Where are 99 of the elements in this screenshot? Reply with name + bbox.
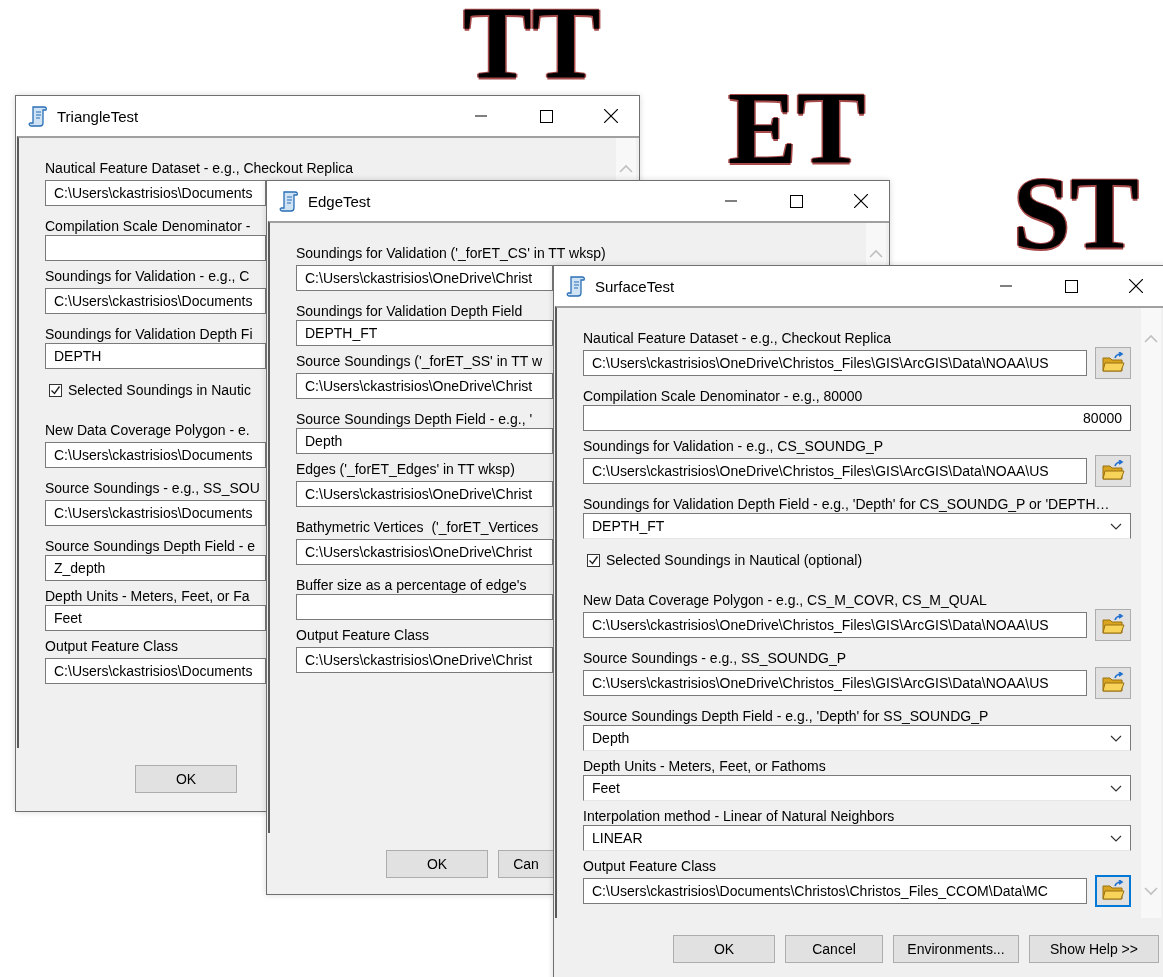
- scroll-up-icon[interactable]: [619, 164, 633, 173]
- dialog-button[interactable]: OK: [135, 765, 237, 793]
- field-label: Source Soundings ('_forET_SS' in TT w: [296, 352, 543, 370]
- tool-abbreviation: ET: [728, 90, 866, 168]
- tool-abbreviation: ST: [1013, 175, 1139, 253]
- field-label: Source Soundings - e.g., SS_SOU: [45, 479, 260, 497]
- field-label: Soundings for Validation - e.g., CS_SOUNDG_P: [583, 437, 884, 455]
- input-field[interactable]: C:\Users\ckastrisios\OneDrive\Christ: [296, 647, 553, 673]
- input-field[interactable]: C:\Users\ckastrisios\OneDrive\Christos_Files\GIS\ArcGIS\Data\NOAA\US: [583, 612, 1087, 638]
- folder-icon: [1101, 460, 1125, 482]
- dropdown-field[interactable]: DEPTH_FT: [583, 513, 1131, 539]
- field-label: Source Soundings Depth Field - e.g., 'Depth' for SS_SOUNDG_P: [583, 707, 989, 725]
- input-field[interactable]: C:\Users\ckastrisios\OneDrive\Christos_Files\GIS\ArcGIS\Data\NOAA\US: [583, 458, 1087, 484]
- scrollbar[interactable]: [1141, 308, 1161, 918]
- input-field[interactable]: C:\Users\ckastrisios\Documents\Christos\Christos_Files_CCOM\Data\MC: [583, 878, 1087, 904]
- folder-icon: [1101, 352, 1125, 374]
- input-field[interactable]: C:\Users\ckastrisios\Documents: [45, 500, 266, 526]
- field-label: Source Soundings Depth Field - e: [45, 537, 256, 555]
- folder-icon: [1101, 672, 1125, 694]
- browse-button[interactable]: [1095, 347, 1131, 379]
- browse-button[interactable]: [1095, 875, 1131, 907]
- field-label: Nautical Feature Dataset - e.g., Checkout Replica: [583, 329, 892, 347]
- input-field[interactable]: Depth: [296, 428, 553, 454]
- script-icon: [279, 190, 299, 212]
- field-label: Nautical Feature Dataset - e.g., Checkout Replica: [45, 159, 354, 177]
- dialog-button[interactable]: OK: [386, 850, 488, 878]
- tool-abbreviation: TT: [463, 5, 601, 83]
- chevron-down-icon: [1110, 784, 1122, 792]
- input-field[interactable]: C:\Users\ckastrisios\Documents: [45, 288, 266, 314]
- checkbox-label: Selected Soundings in Nautic: [68, 381, 251, 399]
- scroll-up-icon[interactable]: [1144, 334, 1158, 343]
- dialog-button[interactable]: Environments...: [893, 935, 1019, 963]
- field-label: Source Soundings Depth Field - e.g., ': [296, 410, 533, 428]
- script-icon: [28, 105, 48, 127]
- input-field[interactable]: C:\Users\ckastrisios\OneDrive\Christos_Files\GIS\ArcGIS\Data\NOAA\US: [583, 670, 1087, 696]
- input-field[interactable]: C:\Users\ckastrisios\OneDrive\Christ: [296, 373, 553, 399]
- input-field[interactable]: [45, 235, 266, 261]
- checkbox[interactable]: [49, 383, 62, 397]
- input-field[interactable]: [296, 594, 553, 620]
- field-label: Soundings for Validation Depth Fi: [45, 325, 253, 343]
- browse-button[interactable]: [1095, 609, 1131, 641]
- close-icon[interactable]: [1129, 279, 1143, 293]
- close-icon[interactable]: [854, 194, 868, 208]
- dropdown-field[interactable]: Depth: [583, 725, 1131, 751]
- field-label: Compilation Scale Denominator -: [45, 217, 251, 235]
- field-label: Edges ('_forET_Edges' in TT wksp): [296, 460, 515, 478]
- field-label: Soundings for Validation Depth Field: [296, 302, 523, 320]
- field-label: Soundings for Validation - e.g., C: [45, 267, 250, 285]
- input-field[interactable]: C:\Users\ckastrisios\Documents: [45, 658, 266, 684]
- dialog-button[interactable]: OK: [673, 935, 775, 963]
- scroll-down-icon[interactable]: [1144, 887, 1158, 896]
- field-label: Buffer size as a percentage of edge's: [296, 576, 527, 594]
- field-label: Output Feature Class: [45, 637, 179, 655]
- maximize-icon[interactable]: [539, 109, 553, 123]
- field-label: Source Soundings - e.g., SS_SOUNDG_P: [583, 649, 847, 667]
- folder-icon: [1101, 614, 1125, 636]
- dialog-button[interactable]: Can: [498, 850, 554, 878]
- window-title: TriangleTest: [57, 107, 140, 125]
- field-label: Interpolation method - Linear of Natural Neighbors: [583, 807, 895, 825]
- maximize-icon[interactable]: [789, 194, 803, 208]
- browse-button[interactable]: [1095, 667, 1131, 699]
- scroll-up-icon[interactable]: [869, 249, 883, 258]
- input-field[interactable]: C:\Users\ckastrisios\OneDrive\Christ: [296, 539, 553, 565]
- input-field[interactable]: C:\Users\ckastrisios\Documents: [45, 442, 266, 468]
- dialog-button[interactable]: Cancel: [785, 935, 883, 963]
- input-field[interactable]: C:\Users\ckastrisios\OneDrive\Christos_Files\GIS\ArcGIS\Data\NOAA\US: [583, 350, 1087, 376]
- input-field[interactable]: DEPTH_FT: [296, 320, 553, 346]
- dropdown-field[interactable]: Feet: [583, 775, 1131, 801]
- chevron-down-icon: [1110, 834, 1122, 842]
- chevron-down-icon: [1110, 734, 1122, 742]
- input-field[interactable]: Feet: [45, 605, 266, 631]
- close-icon[interactable]: [604, 109, 618, 123]
- folder-icon: [1101, 880, 1125, 902]
- field-label: Output Feature Class: [296, 626, 430, 644]
- dropdown-field[interactable]: LINEAR: [583, 825, 1131, 851]
- dialog-button[interactable]: Show Help >>: [1029, 935, 1159, 963]
- field-label: Output Feature Class: [583, 857, 717, 875]
- checkbox[interactable]: [587, 553, 600, 567]
- field-label: Depth Units - Meters, Feet, or Fa: [45, 587, 250, 605]
- chevron-down-icon: [1110, 522, 1122, 530]
- field-label: New Data Coverage Polygon - e.: [45, 421, 250, 439]
- field-label: Soundings for Validation Depth Field - e.g., 'Depth' for CS_SOUNDG_P or 'DEPTH…: [583, 495, 1110, 513]
- script-icon: [566, 275, 586, 297]
- input-field[interactable]: Z_depth: [45, 555, 266, 581]
- field-label: Soundings for Validation ('_forET_CS' in TT wksp): [296, 244, 606, 262]
- checkbox-label: Selected Soundings in Nautical (optional): [606, 551, 863, 569]
- field-label: New Data Coverage Polygon - e.g., CS_M_COVR, CS_M_QUAL: [583, 591, 987, 609]
- window-title: SurfaceTest: [595, 277, 676, 295]
- maximize-icon[interactable]: [1064, 279, 1078, 293]
- window-title: EdgeTest: [308, 192, 372, 210]
- input-field[interactable]: C:\Users\ckastrisios\OneDrive\Christ: [296, 481, 553, 507]
- field-label: Compilation Scale Denominator - e.g., 80000: [583, 387, 863, 405]
- input-field[interactable]: 80000: [583, 405, 1131, 431]
- input-field[interactable]: C:\Users\ckastrisios\OneDrive\Christ: [296, 265, 553, 291]
- input-field[interactable]: DEPTH: [45, 343, 266, 369]
- field-label: Bathymetric Vertices ('_forET_Vertices: [296, 518, 539, 536]
- browse-button[interactable]: [1095, 455, 1131, 487]
- input-field[interactable]: C:\Users\ckastrisios\Documents: [45, 180, 266, 206]
- field-label: Depth Units - Meters, Feet, or Fathoms: [583, 757, 826, 775]
